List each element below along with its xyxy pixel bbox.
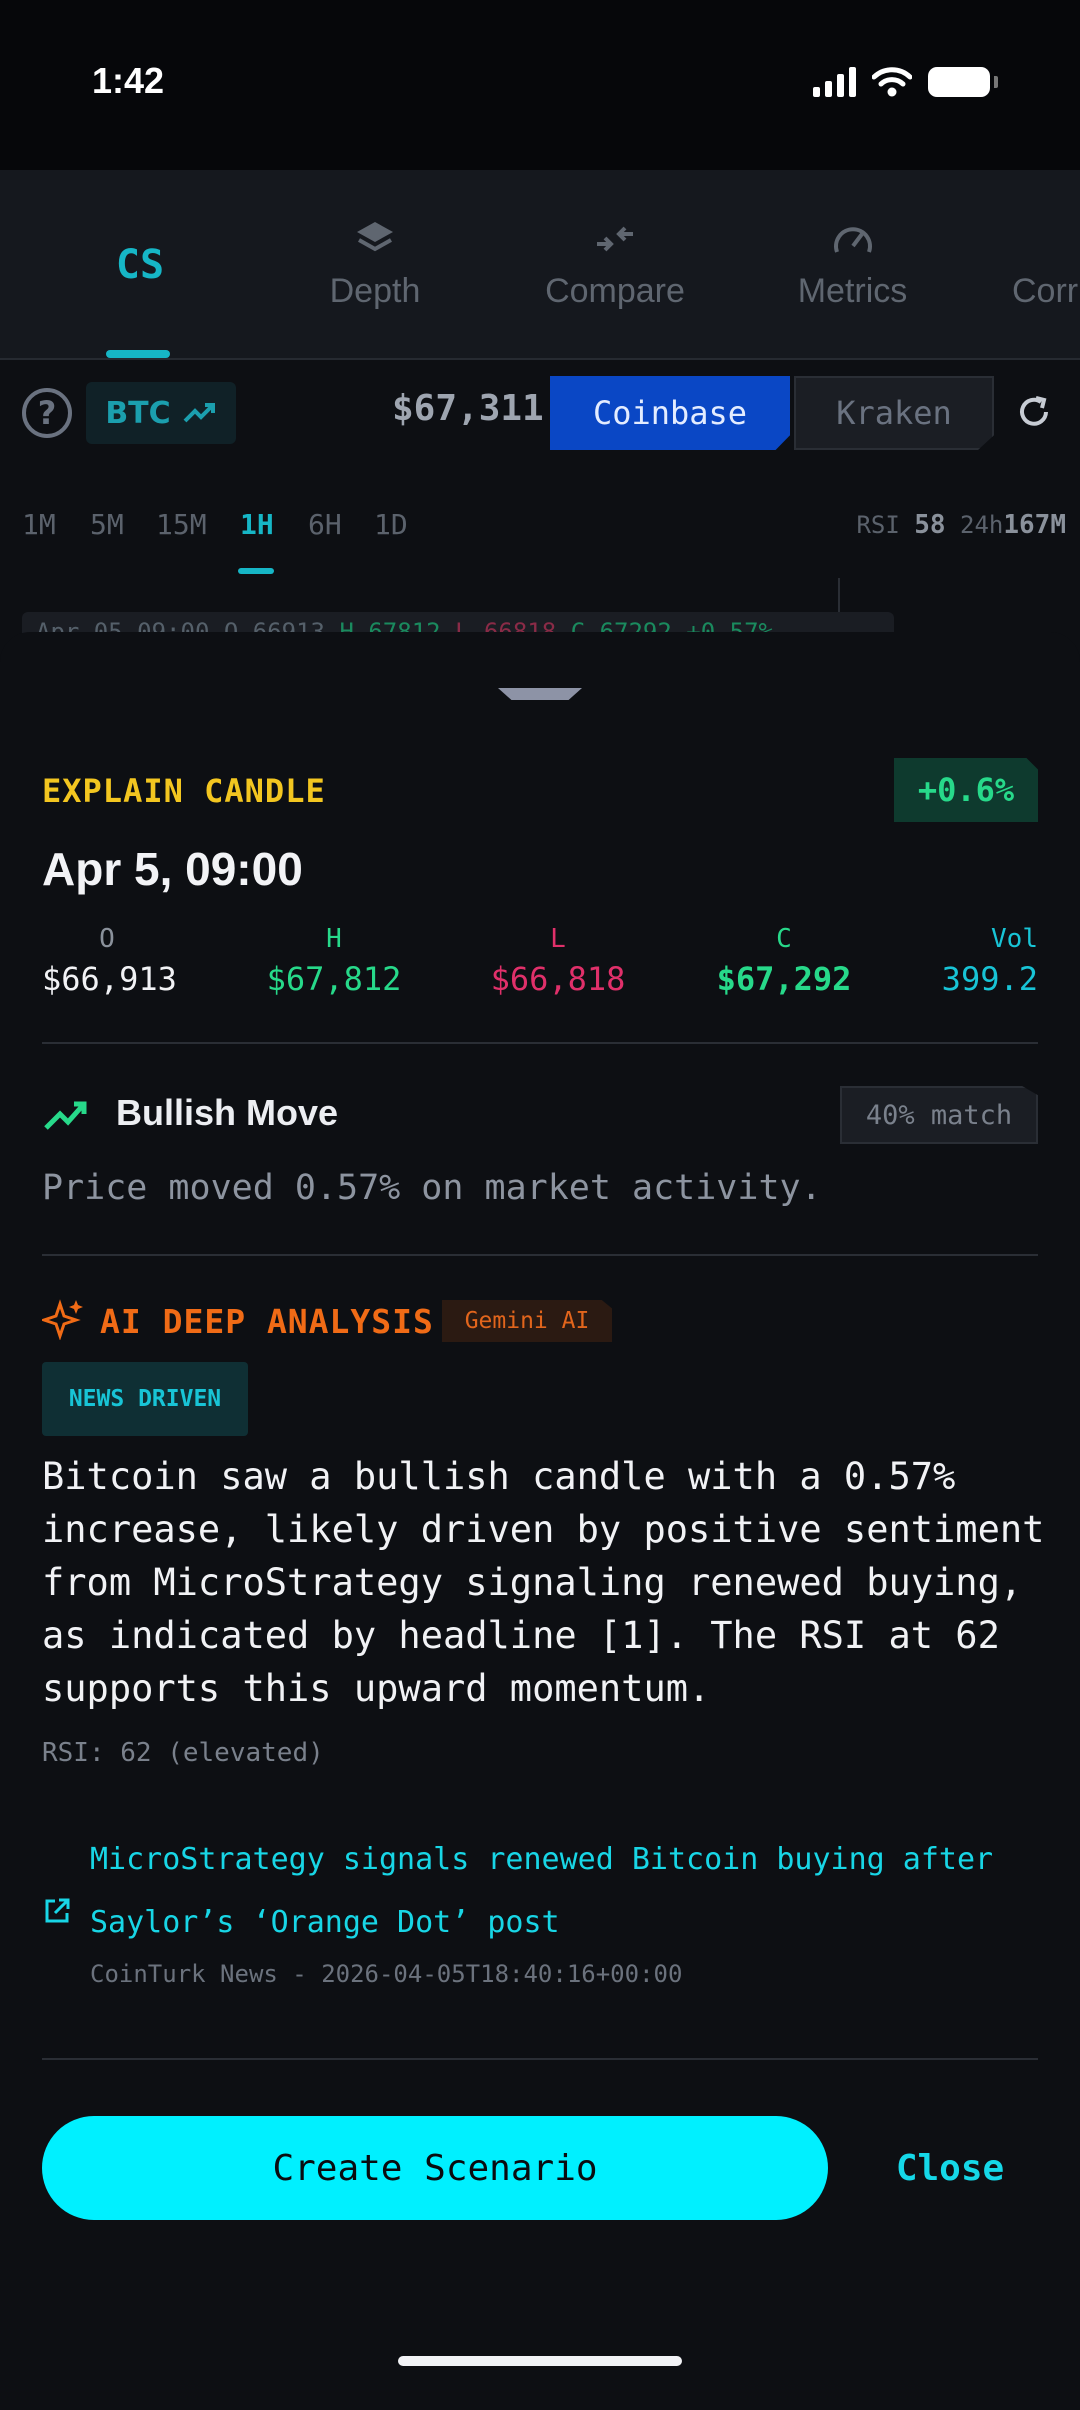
tab-label: Corr — [1012, 271, 1079, 310]
move-title: Bullish Move — [116, 1092, 339, 1133]
ohlc-volume: Vol 399.2 — [938, 924, 1038, 998]
news-driven-tag: NEWS DRIVEN — [42, 1362, 248, 1436]
trending-up-icon — [44, 1101, 87, 1130]
tab-metrics[interactable]: Metrics — [770, 170, 935, 360]
tab-corr[interactable]: Corr — [1012, 170, 1080, 360]
timeframe-5m[interactable]: 5M — [90, 508, 124, 541]
active-tab-indicator — [106, 350, 170, 358]
tab-label: CS — [115, 242, 165, 288]
ohlc-low: L $66,818 — [490, 924, 626, 998]
battery-icon — [928, 67, 998, 97]
tab-compare[interactable]: Compare — [520, 170, 710, 360]
move-description: Price moved 0.57% on market activity. — [42, 1168, 822, 1208]
home-indicator[interactable] — [398, 2356, 682, 2366]
help-icon[interactable]: ? — [22, 388, 72, 438]
change-badge: +0.6% — [894, 758, 1038, 822]
tab-label: Metrics — [797, 271, 908, 310]
news-headline-link[interactable]: MicroStrategy signals renewed Bitcoin bu… — [90, 1828, 1050, 1954]
ohlc-close: C $67,292 — [714, 924, 854, 998]
wifi-icon — [872, 67, 912, 97]
sheet-title: EXPLAIN CANDLE — [42, 772, 326, 810]
ohlc-open: O $66,913 — [42, 924, 177, 998]
ohlc-key: Vol — [991, 924, 1038, 954]
exchange-kraken-button[interactable]: Kraken — [794, 376, 994, 450]
rsi-label: RSI — [856, 511, 900, 539]
volume-value: 167M — [1003, 510, 1066, 540]
ohlc-value: $67,812 — [266, 960, 402, 998]
ai-provider-badge: Gemini AI — [442, 1300, 612, 1342]
status-bar: 1:42 — [0, 0, 1080, 170]
layers-icon — [357, 221, 393, 251]
ohlc-value: $66,818 — [490, 960, 626, 998]
ohlc-value: $67,292 — [716, 960, 852, 998]
active-timeframe-indicator — [238, 568, 274, 574]
ohlc-value: 399.2 — [941, 960, 1038, 998]
ohlc-value: $66,913 — [42, 960, 177, 998]
status-time: 1:42 — [92, 60, 165, 101]
symbol-label: BTC — [105, 395, 171, 431]
timeframe-6h[interactable]: 6H — [308, 508, 342, 541]
ohlc-key: C — [776, 924, 792, 954]
trending-up-icon — [183, 403, 215, 423]
refresh-icon[interactable] — [1014, 392, 1054, 432]
divider — [42, 1254, 1038, 1256]
timeframe-1h[interactable]: 1H — [240, 508, 274, 541]
create-scenario-button[interactable]: Create Scenario — [42, 2116, 828, 2220]
market-stats: RSI 58 24h167M — [856, 510, 1066, 540]
ohlc-key: H — [326, 924, 342, 954]
ai-analysis-title: AI DEEP ANALYSIS — [100, 1302, 434, 1341]
ohlc-key: L — [550, 924, 566, 954]
divider — [42, 1042, 1038, 1044]
current-price: $67,311 — [392, 388, 544, 429]
compare-arrows-icon — [597, 226, 633, 251]
rsi-note: RSI: 62 (elevated) — [42, 1738, 324, 1768]
tab-depth[interactable]: Depth — [300, 170, 450, 360]
rsi-value: 58 — [914, 510, 946, 540]
cellular-signal-icon — [813, 67, 856, 97]
close-button[interactable]: Close — [880, 2140, 1020, 2196]
sheet-drag-handle[interactable] — [498, 688, 582, 700]
gauge-icon — [833, 226, 872, 253]
ohlc-high: H $67,812 — [266, 924, 402, 998]
external-link-icon[interactable] — [42, 1896, 72, 1926]
candle-date: Apr 5, 09:00 — [42, 843, 303, 895]
status-icons — [813, 66, 998, 98]
news-source: CoinTurk News - 2026-04-05T18:40:16+00:0… — [90, 1960, 683, 1988]
ai-analysis-text: Bitcoin saw a bullish candle with a 0.57… — [42, 1455, 1045, 1710]
divider — [42, 2058, 1038, 2060]
timeframe-1d[interactable]: 1D — [374, 508, 408, 541]
timeframe-15m[interactable]: 15M — [156, 508, 207, 541]
timeframe-1m[interactable]: 1M — [22, 508, 56, 541]
tab-label: Compare — [545, 271, 685, 310]
volume-label: 24h — [960, 511, 1004, 539]
top-tab-bar: CS Depth Compare Metrics Corr — [0, 170, 1080, 360]
symbol-selector[interactable]: BTC — [86, 382, 236, 444]
tab-label: Depth — [329, 271, 421, 310]
match-badge: 40% match — [840, 1086, 1038, 1144]
ohlc-key: O — [99, 924, 115, 954]
exchange-coinbase-button[interactable]: Coinbase — [550, 376, 790, 450]
sparkles-icon — [42, 1299, 83, 1340]
tab-cs[interactable]: CS — [80, 170, 200, 360]
